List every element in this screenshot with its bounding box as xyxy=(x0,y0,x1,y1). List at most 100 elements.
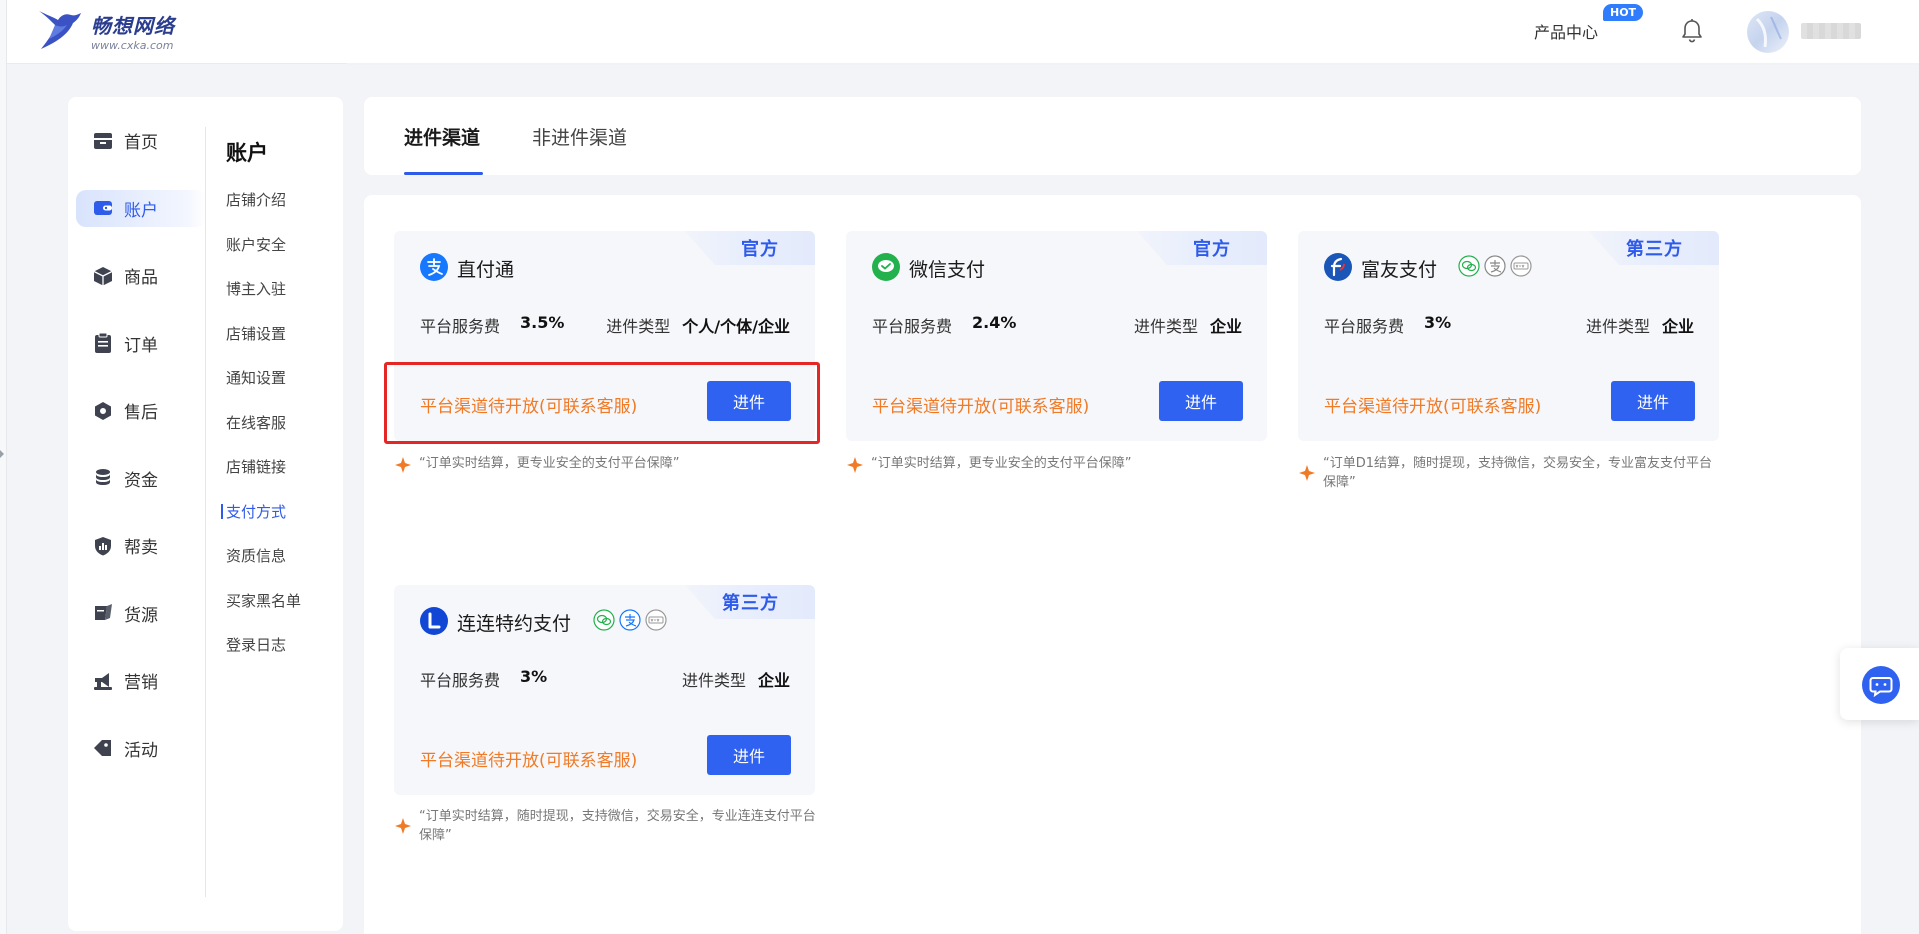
fee-value: 3% xyxy=(520,667,548,686)
header-divider xyxy=(347,63,1919,65)
nav-item-help-sell[interactable]: 帮卖 xyxy=(76,527,206,564)
sidebar: 首页 账户 商品 订单 售后 资金 帮卖 货源 营销 活动 账户 店铺介绍 账户… xyxy=(68,97,343,931)
card-note: “订单实时结算，更专业安全的支付平台保障” xyxy=(846,454,1276,473)
nav-item-home[interactable]: 首页 xyxy=(76,122,206,159)
type-value: 企业 xyxy=(1661,317,1694,336)
type-label: 进件类型 xyxy=(681,671,746,690)
card-tag: 第三方 xyxy=(722,593,779,614)
left-edge-strip xyxy=(0,0,7,934)
expand-arrow-icon[interactable] xyxy=(0,450,4,458)
spark-icon xyxy=(847,457,863,473)
nav-label: 营销 xyxy=(124,673,158,693)
type-value: 企业 xyxy=(757,671,790,690)
bell-icon[interactable] xyxy=(1680,18,1704,44)
nav-label: 货源 xyxy=(124,605,158,626)
chat-bubble-icon xyxy=(1862,666,1900,704)
supply-icon xyxy=(95,604,112,620)
nav-label: 帮卖 xyxy=(124,538,158,558)
fuiou-icon xyxy=(1324,253,1352,281)
nav-item-marketing[interactable]: 营销 xyxy=(76,662,206,699)
user-name-blurred[interactable] xyxy=(1801,23,1861,39)
section-title: 账户 xyxy=(226,141,268,165)
chart-shield-icon xyxy=(95,536,111,555)
fee-label: 平台服务费 xyxy=(872,317,953,336)
note-text: “订单实时结算，随时提现，支持微信，交易安全，专业连连支付平台保障” xyxy=(419,809,816,843)
nav-item-supply[interactable]: 货源 xyxy=(76,595,206,632)
join-button[interactable]: 进件 xyxy=(707,735,791,775)
user-avatar[interactable] xyxy=(1747,11,1789,53)
type-group: 进件类型 企业 xyxy=(1134,313,1242,337)
clipboard-icon xyxy=(95,332,111,353)
card-note: “订单实时结算，更专业安全的支付平台保障” xyxy=(394,454,824,473)
join-button[interactable]: 进件 xyxy=(707,381,791,421)
join-button[interactable]: 进件 xyxy=(1159,381,1243,421)
megaphone-icon xyxy=(94,672,112,690)
sub-item-online-service[interactable]: 在线客服 xyxy=(226,412,301,432)
card-ribbon xyxy=(685,231,815,265)
lianlian-icon xyxy=(420,607,448,635)
active-tab-indicator xyxy=(404,172,483,175)
type-value: 企业 xyxy=(1209,317,1242,336)
coins-icon xyxy=(96,469,110,485)
unionpay-mini-icon xyxy=(1510,255,1532,277)
primary-nav: 首页 账户 商品 订单 售后 资金 帮卖 货源 营销 活动 xyxy=(76,122,206,797)
type-label: 进件类型 xyxy=(1585,317,1650,336)
supported-methods xyxy=(1458,255,1532,277)
sub-item-login-log[interactable]: 登录日志 xyxy=(226,634,301,654)
nav-item-after-sales[interactable]: 售后 xyxy=(76,392,206,429)
fee-value: 3.5% xyxy=(520,313,565,332)
card-tag: 官方 xyxy=(741,239,779,260)
sub-item-buyer-blacklist[interactable]: 买家黑名单 xyxy=(226,590,301,610)
customer-service-widget[interactable] xyxy=(1840,648,1919,720)
sub-item-shop-settings[interactable]: 店铺设置 xyxy=(226,323,301,343)
nav-label: 资金 xyxy=(124,470,158,491)
fee-value: 2.4% xyxy=(972,313,1017,332)
tab-non-onboarding-channels[interactable]: 非进件渠道 xyxy=(532,123,627,150)
nav-item-products[interactable]: 商品 xyxy=(76,257,206,294)
join-button[interactable]: 进件 xyxy=(1611,381,1695,421)
wechat-mini-icon xyxy=(1458,255,1480,277)
product-center-link[interactable]: 产品中心 xyxy=(1534,19,1598,43)
fee-label: 平台服务费 xyxy=(1324,317,1405,336)
spark-icon xyxy=(1299,465,1315,481)
nav-label: 售后 xyxy=(124,403,158,423)
wechat-pay-icon xyxy=(872,253,900,281)
payment-card-wechat: 官方 微信支付 平台服务费 2.4% 进件类型 企业 平台渠道待开放(可联系客服)… xyxy=(846,231,1267,441)
type-group: 进件类型 个人/个体/企业 xyxy=(606,313,790,337)
sub-item-notification-settings[interactable]: 通知设置 xyxy=(226,367,301,387)
sub-item-qualifications[interactable]: 资质信息 xyxy=(226,545,301,565)
hot-badge: HOT xyxy=(1603,4,1644,21)
brand-logo[interactable]: 畅想网络 www.cxka.com xyxy=(33,9,175,53)
alipay-mini-icon xyxy=(619,609,641,631)
card-name: 直付通 xyxy=(457,259,515,281)
nav-item-orders[interactable]: 订单 xyxy=(76,325,206,362)
sub-item-shop-link[interactable]: 店铺链接 xyxy=(226,456,301,476)
nav-item-events[interactable]: 活动 xyxy=(76,730,206,767)
wechat-mini-icon xyxy=(593,609,615,631)
tag-icon xyxy=(94,740,111,756)
card-name: 富友支付 xyxy=(1361,259,1438,281)
card-note: “订单D1结算，随时提现，支持微信，交易安全，专业富友支付平台保障” xyxy=(1298,454,1718,492)
fee-value: 3% xyxy=(1424,313,1452,332)
sub-item-account-security[interactable]: 账户安全 xyxy=(226,234,301,254)
sub-item-blogger-join[interactable]: 博主入驻 xyxy=(226,278,301,298)
spark-icon xyxy=(395,457,411,473)
sidebar-divider xyxy=(205,127,206,897)
unionpay-mini-icon xyxy=(645,609,667,631)
nav-item-funds[interactable]: 资金 xyxy=(76,460,206,497)
secondary-nav: 账户 店铺介绍 账户安全 博主入驻 店铺设置 通知设置 在线客服 店铺链接 支付… xyxy=(220,137,301,679)
sub-item-shop-intro[interactable]: 店铺介绍 xyxy=(226,189,301,209)
nav-label: 账户 xyxy=(124,200,158,221)
tabs-panel: 进件渠道 非进件渠道 xyxy=(364,97,1861,175)
pending-status: 平台渠道待开放(可联系客服) xyxy=(872,397,1090,417)
nav-label: 首页 xyxy=(124,133,158,153)
pending-status: 平台渠道待开放(可联系客服) xyxy=(1324,397,1542,417)
tab-onboarding-channels[interactable]: 进件渠道 xyxy=(404,123,480,150)
wallet-icon xyxy=(94,201,112,215)
type-value: 个人/个体/企业 xyxy=(682,317,790,336)
sub-item-payment-methods[interactable]: 支付方式 xyxy=(220,501,301,521)
card-tag: 第三方 xyxy=(1626,239,1683,260)
payment-card-lianlian: 第三方 连连特约支付 平台服务费 3% 进件类型 企业 平台渠道待开放(可联系客服… xyxy=(394,585,815,795)
nav-item-account[interactable]: 账户 xyxy=(76,189,206,227)
nav-label: 订单 xyxy=(124,335,158,356)
